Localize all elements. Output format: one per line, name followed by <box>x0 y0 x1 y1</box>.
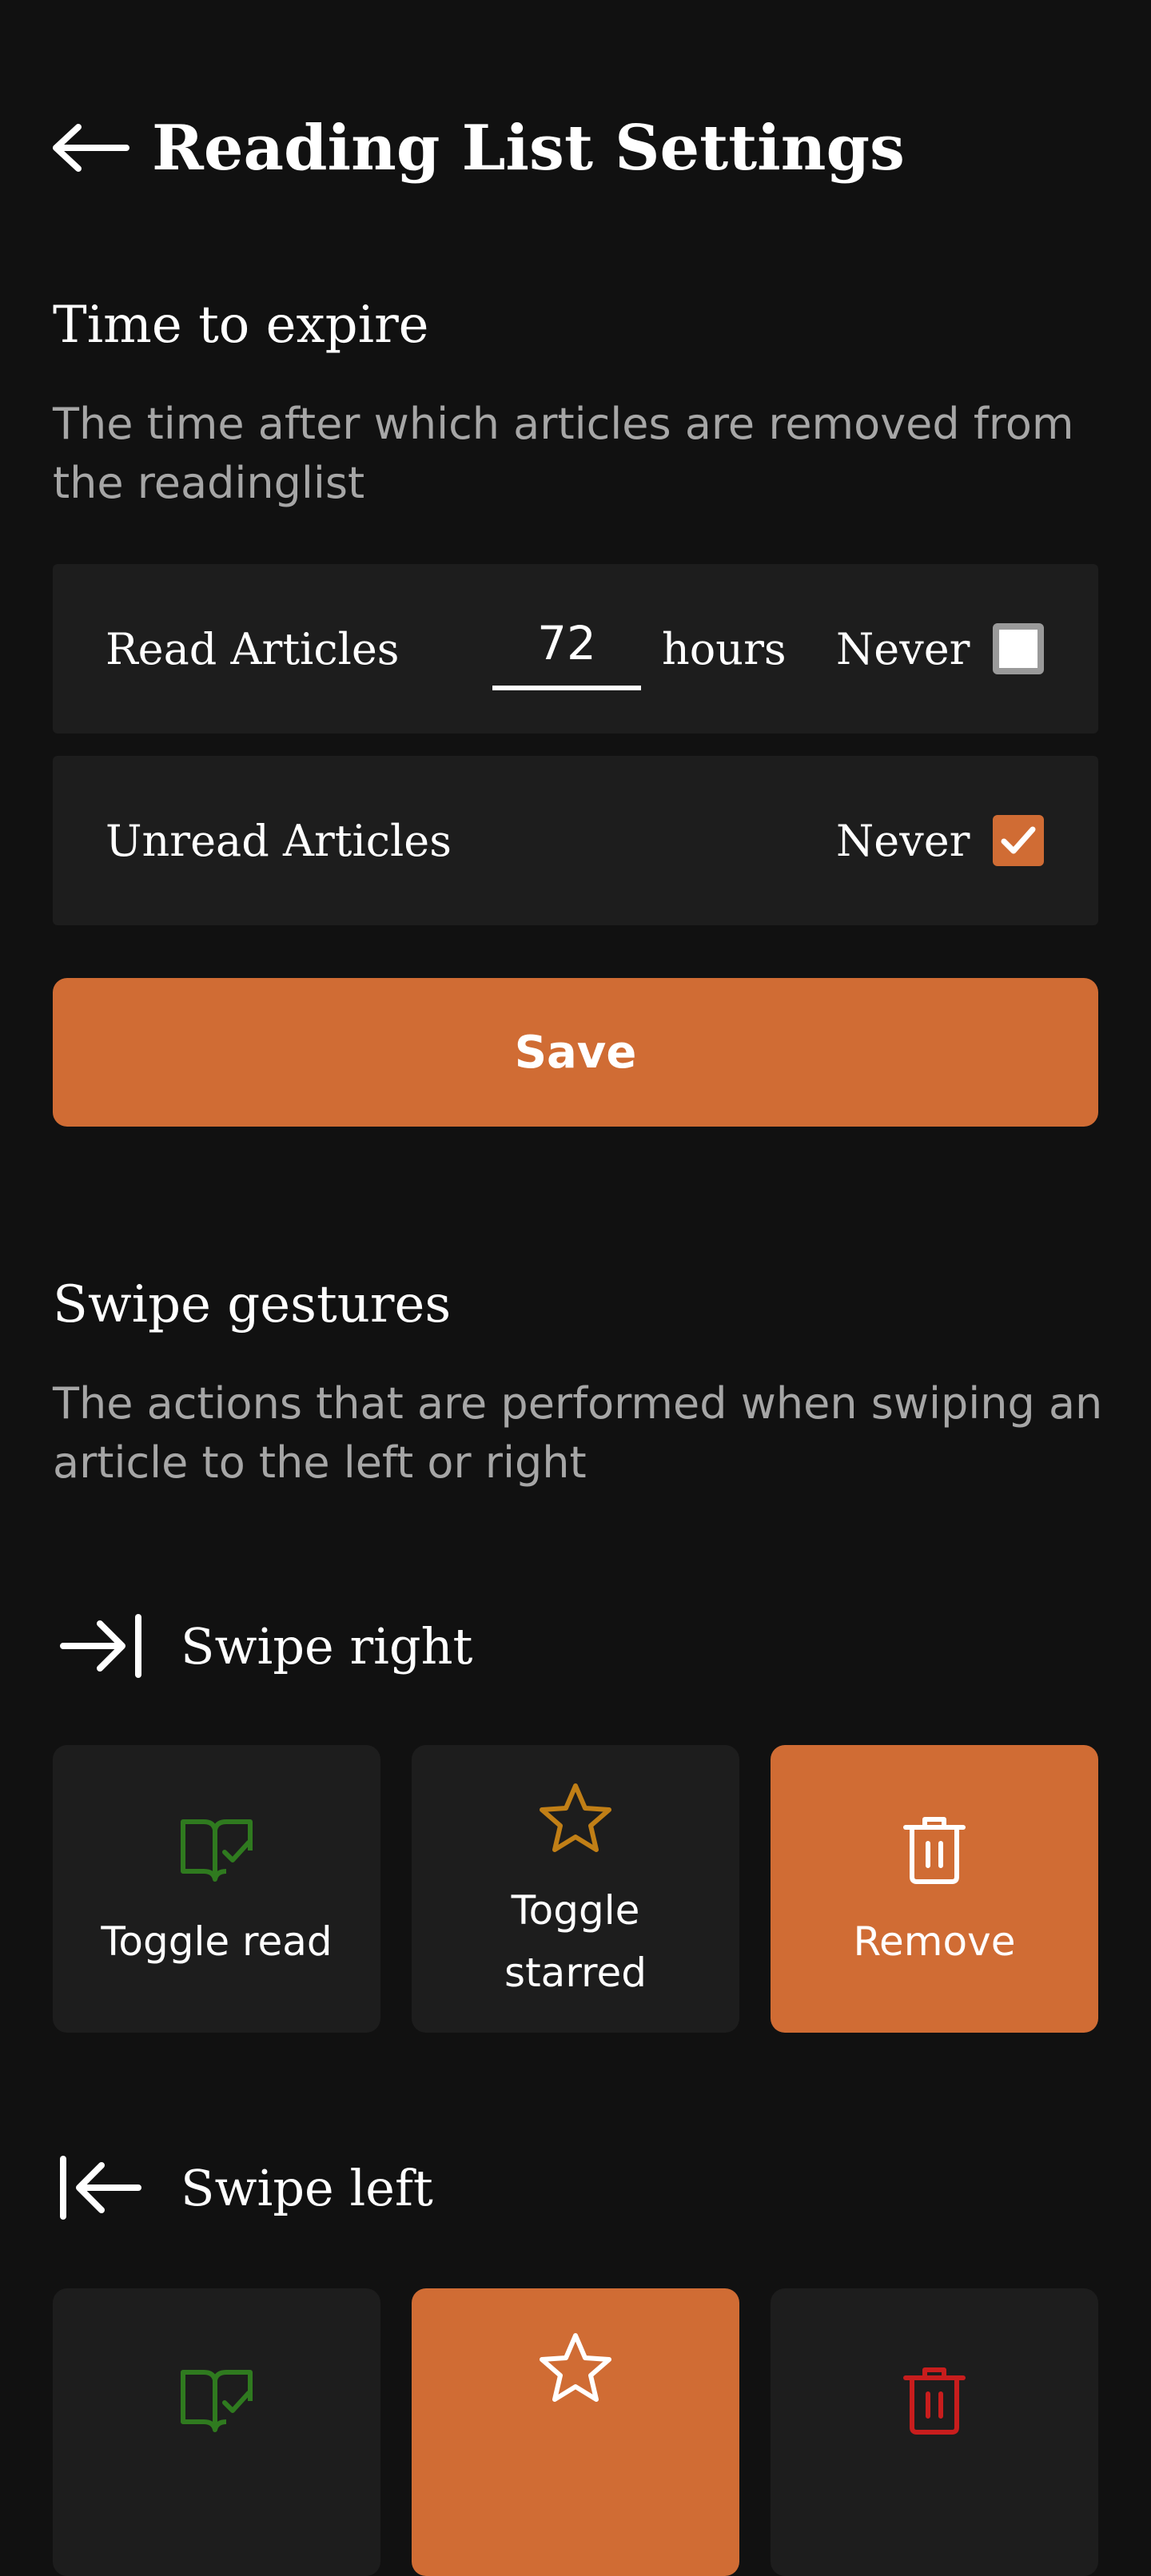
app-header: Reading List Settings <box>53 104 1092 192</box>
read-articles-label: Read Articles <box>106 623 400 674</box>
trash-icon <box>890 1805 978 1893</box>
read-never-label: Never <box>836 623 970 674</box>
swipe-left-header: Swipe left <box>53 2140 852 2236</box>
swipe-right-toggle-read-card[interactable]: Toggle read <box>53 1745 380 2033</box>
book-check-icon <box>173 1805 261 1893</box>
swipe-right-label: Swipe right <box>181 1616 473 1676</box>
toggle-read-label: Toggle read <box>101 1918 333 1965</box>
swipe-right-header: Swipe right <box>53 1598 852 1694</box>
star-icon <box>532 2324 619 2411</box>
swipe-left-toggle-starred-card[interactable] <box>412 2288 739 2576</box>
checkmark-icon <box>1001 825 1036 857</box>
arrow-left-icon <box>53 124 129 172</box>
expire-section-description: The time after which articles are remove… <box>53 399 1074 508</box>
read-never-checkbox[interactable] <box>993 623 1044 674</box>
swipe-section-title: Swipe gestures <box>53 1275 452 1334</box>
unread-never-checkbox[interactable] <box>993 815 1044 866</box>
unread-articles-row: Unread Articles Never <box>53 756 1098 925</box>
arrow-left-to-line-icon <box>53 2140 149 2236</box>
read-articles-hours-input[interactable] <box>492 601 641 690</box>
expire-section-title: Time to expire <box>53 296 429 355</box>
remove-label: Remove <box>853 1918 1016 1965</box>
trash-icon <box>890 2355 978 2443</box>
unread-articles-label: Unread Articles <box>106 815 452 866</box>
hours-unit-label: hours <box>662 623 787 674</box>
save-button[interactable]: Save <box>53 978 1098 1127</box>
swipe-right-remove-card[interactable]: Remove <box>771 1745 1098 2033</box>
swipe-left-label: Swipe left <box>181 2158 433 2217</box>
back-button[interactable] <box>53 104 133 192</box>
arrow-right-to-line-icon <box>53 1598 149 1694</box>
read-articles-row: Read Articles hours Never <box>53 564 1098 733</box>
unread-never-label: Never <box>836 815 970 866</box>
star-icon <box>532 1774 619 1862</box>
swipe-right-toggle-starred-card[interactable]: Toggle starred <box>412 1745 739 2033</box>
toggle-starred-label: Toggle starred <box>504 1887 647 1996</box>
swipe-left-remove-card[interactable] <box>771 2288 1098 2576</box>
page-title: Reading List Settings <box>152 111 905 185</box>
swipe-section-description: The actions that are performed when swip… <box>53 1378 1103 1488</box>
swipe-left-toggle-read-card[interactable] <box>53 2288 380 2576</box>
book-check-icon <box>173 2355 261 2443</box>
